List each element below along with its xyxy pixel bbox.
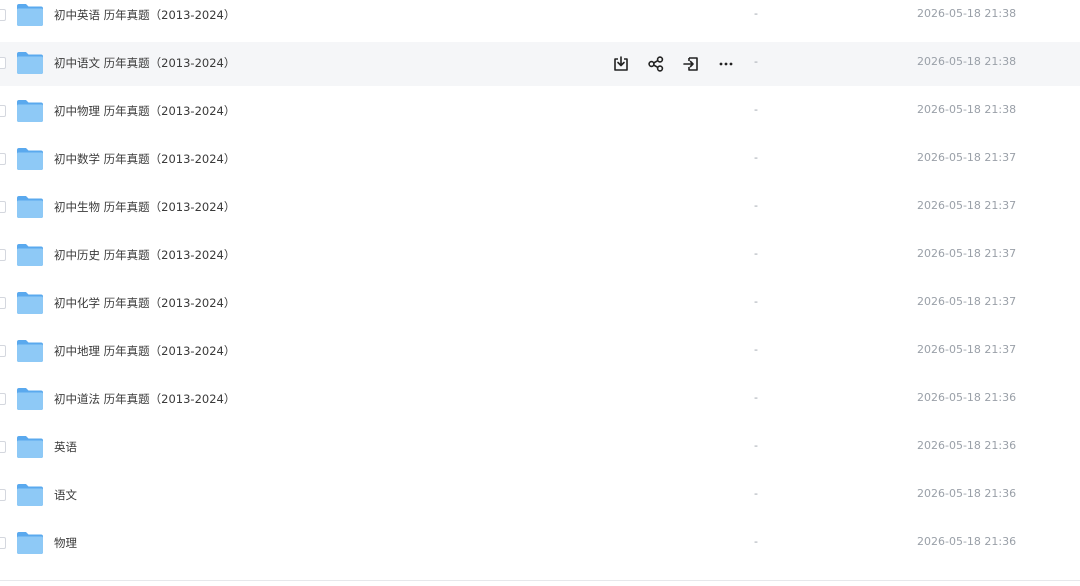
file-name[interactable]: 初中物理 历年真题（2013-2024） — [54, 103, 235, 119]
row-checkbox[interactable] — [0, 345, 6, 357]
file-name[interactable]: 初中生物 历年真题（2013-2024） — [54, 199, 235, 215]
table-row[interactable]: 初中化学 历年真题（2013-2024） - 2026-05-18 21:37 — [0, 282, 1080, 326]
table-row[interactable]: 初中物理 历年真题（2013-2024） - 2026-05-18 21:38 — [0, 90, 1080, 134]
file-name[interactable]: 初中英语 历年真题（2013-2024） — [54, 7, 235, 23]
table-row[interactable]: 语文 - 2026-05-18 21:36 — [0, 474, 1080, 518]
file-modified-time: 2026-05-18 21:37 — [917, 151, 1017, 164]
row-checkbox[interactable] — [0, 393, 6, 405]
folder-icon — [17, 436, 43, 458]
file-modified-time: 2026-05-18 21:36 — [917, 391, 1017, 404]
row-checkbox[interactable] — [0, 57, 6, 69]
row-actions — [610, 53, 750, 75]
file-modified-time: 2026-05-18 21:37 — [917, 199, 1017, 212]
table-row[interactable]: 物理 - 2026-05-18 21:36 — [0, 522, 1080, 566]
file-size: - — [754, 487, 758, 500]
file-size: - — [754, 535, 758, 548]
file-modified-time: 2026-05-18 21:37 — [917, 343, 1017, 356]
file-size: - — [754, 295, 758, 308]
download-icon — [614, 56, 628, 71]
table-row[interactable]: 初中语文 历年真题（2013-2024） - 2026-05-18 21:38 — [0, 42, 1080, 86]
folder-icon — [17, 484, 43, 506]
file-modified-time: 2026-05-18 21:37 — [917, 247, 1017, 260]
file-modified-time: 2026-05-18 21:38 — [917, 7, 1017, 20]
file-name[interactable]: 初中数学 历年真题（2013-2024） — [54, 151, 235, 167]
row-checkbox[interactable] — [0, 201, 6, 213]
file-size: - — [754, 103, 758, 116]
folder-icon — [17, 244, 43, 266]
table-row[interactable]: 初中生物 历年真题（2013-2024） - 2026-05-18 21:37 — [0, 186, 1080, 230]
file-size: - — [754, 199, 758, 212]
file-size: - — [754, 151, 758, 164]
row-checkbox[interactable] — [0, 537, 6, 549]
file-size: - — [754, 55, 758, 68]
file-name[interactable]: 物理 — [54, 535, 77, 551]
folder-icon — [17, 148, 43, 170]
table-row[interactable]: 英语 - 2026-05-18 21:36 — [0, 426, 1080, 470]
folder-icon — [17, 4, 43, 26]
share-icon — [648, 56, 664, 72]
folder-icon — [17, 340, 43, 362]
row-checkbox[interactable] — [0, 105, 6, 117]
file-size: - — [754, 439, 758, 452]
download-button[interactable] — [610, 53, 632, 75]
table-row[interactable]: 初中地理 历年真题（2013-2024） - 2026-05-18 21:37 — [0, 330, 1080, 374]
row-checkbox[interactable] — [0, 297, 6, 309]
folder-icon — [17, 532, 43, 554]
file-name[interactable]: 初中地理 历年真题（2013-2024） — [54, 343, 235, 359]
move-icon — [683, 57, 698, 71]
file-size: - — [754, 247, 758, 260]
row-checkbox[interactable] — [0, 249, 6, 261]
list-bottom-divider — [0, 580, 1080, 581]
share-button[interactable] — [645, 53, 667, 75]
folder-icon — [17, 196, 43, 218]
table-row[interactable]: 初中英语 历年真题（2013-2024） - 2026-05-18 21:38 — [0, 0, 1080, 38]
folder-icon — [17, 100, 43, 122]
file-name[interactable]: 初中历史 历年真题（2013-2024） — [54, 247, 235, 263]
file-modified-time: 2026-05-18 21:37 — [917, 295, 1017, 308]
file-name[interactable]: 语文 — [54, 487, 77, 503]
file-size: - — [754, 343, 758, 356]
file-modified-time: 2026-05-18 21:38 — [917, 55, 1017, 68]
file-modified-time: 2026-05-18 21:36 — [917, 535, 1017, 548]
table-row[interactable]: 初中历史 历年真题（2013-2024） - 2026-05-18 21:37 — [0, 234, 1080, 278]
table-row[interactable]: 初中数学 历年真题（2013-2024） - 2026-05-18 21:37 — [0, 138, 1080, 182]
move-button[interactable] — [680, 53, 702, 75]
folder-icon — [17, 52, 43, 74]
file-name[interactable]: 初中化学 历年真题（2013-2024） — [54, 295, 235, 311]
file-size: - — [754, 7, 758, 20]
file-name[interactable]: 初中道法 历年真题（2013-2024） — [54, 391, 235, 407]
row-checkbox[interactable] — [0, 441, 6, 453]
file-name[interactable]: 英语 — [54, 439, 77, 455]
row-checkbox[interactable] — [0, 489, 6, 501]
file-name[interactable]: 初中语文 历年真题（2013-2024） — [54, 55, 235, 71]
row-checkbox[interactable] — [0, 153, 6, 165]
folder-icon — [17, 292, 43, 314]
more-icon — [719, 62, 733, 66]
file-modified-time: 2026-05-18 21:36 — [917, 439, 1017, 452]
file-modified-time: 2026-05-18 21:36 — [917, 487, 1017, 500]
table-row[interactable]: 初中道法 历年真题（2013-2024） - 2026-05-18 21:36 — [0, 378, 1080, 422]
row-checkbox[interactable] — [0, 9, 6, 21]
folder-icon — [17, 388, 43, 410]
file-modified-time: 2026-05-18 21:38 — [917, 103, 1017, 116]
more-button[interactable] — [715, 53, 737, 75]
file-size: - — [754, 391, 758, 404]
